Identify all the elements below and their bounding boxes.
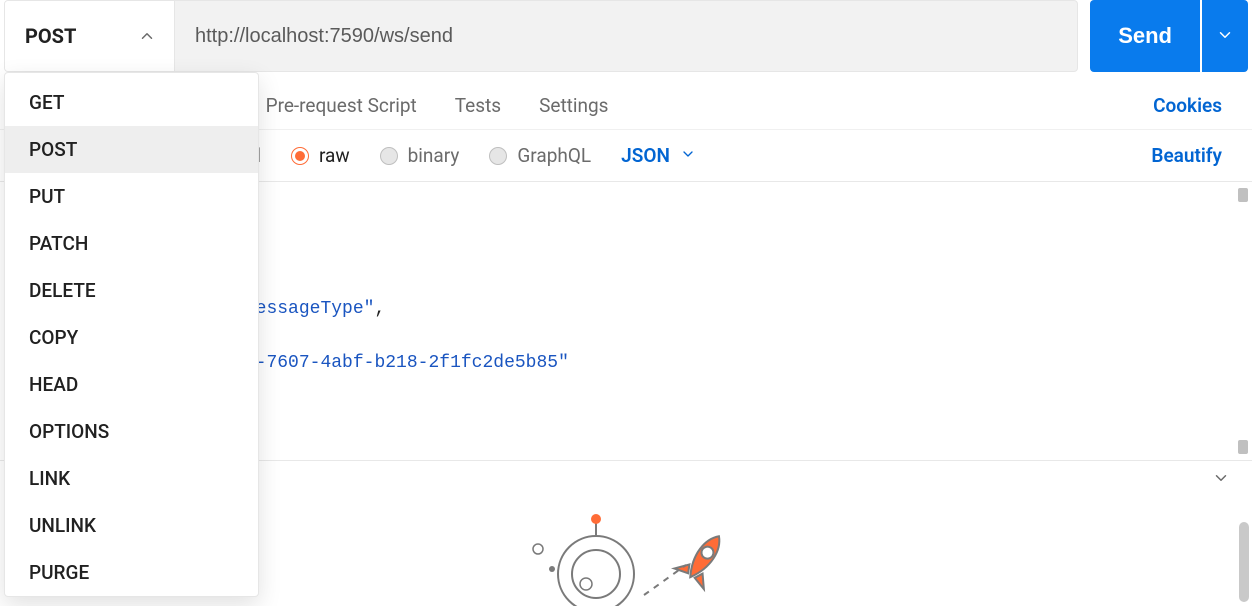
method-option-purge[interactable]: PURGE — [5, 549, 258, 596]
editor-scrollbar[interactable] — [1238, 188, 1248, 454]
tab-prerequest-script[interactable]: Pre-request Script — [266, 94, 417, 129]
method-option-post[interactable]: POST — [5, 126, 258, 173]
chevron-up-icon — [138, 27, 156, 45]
body-format-select[interactable]: JSON — [621, 144, 696, 167]
http-method-value: POST — [25, 24, 76, 48]
response-collapse-toggle[interactable] — [1212, 469, 1230, 491]
method-option-options[interactable]: OPTIONS — [5, 408, 258, 455]
http-method-dropdown[interactable]: GETPOSTPUTPATCHDELETECOPYHEADOPTIONSLINK… — [4, 72, 259, 597]
chevron-down-icon — [680, 144, 696, 167]
request-url-input[interactable] — [175, 1, 1077, 71]
body-type-graphql[interactable]: GraphQL — [489, 144, 591, 167]
body-type-raw[interactable]: raw — [291, 144, 350, 167]
method-option-put[interactable]: PUT — [5, 173, 258, 220]
page-scrollbar[interactable] — [1239, 522, 1249, 602]
cookies-link[interactable]: Cookies — [1153, 94, 1222, 117]
beautify-button[interactable]: Beautify — [1151, 144, 1222, 167]
method-option-link[interactable]: LINK — [5, 455, 258, 502]
tab-settings[interactable]: Settings — [539, 94, 608, 129]
method-option-unlink[interactable]: UNLINK — [5, 502, 258, 549]
radio-icon — [380, 147, 398, 165]
tab-tests[interactable]: Tests — [455, 94, 501, 129]
send-button[interactable]: Send — [1090, 0, 1200, 72]
send-more-button[interactable] — [1202, 0, 1248, 72]
method-option-get[interactable]: GET — [5, 79, 258, 126]
method-option-copy[interactable]: COPY — [5, 314, 258, 361]
method-option-patch[interactable]: PATCH — [5, 220, 258, 267]
body-type-binary[interactable]: binary — [380, 144, 460, 167]
method-option-head[interactable]: HEAD — [5, 361, 258, 408]
radio-icon — [489, 147, 507, 165]
radio-icon — [291, 147, 309, 165]
method-option-delete[interactable]: DELETE — [5, 267, 258, 314]
http-method-select[interactable]: POST — [5, 1, 175, 71]
chevron-down-icon — [1216, 26, 1234, 47]
